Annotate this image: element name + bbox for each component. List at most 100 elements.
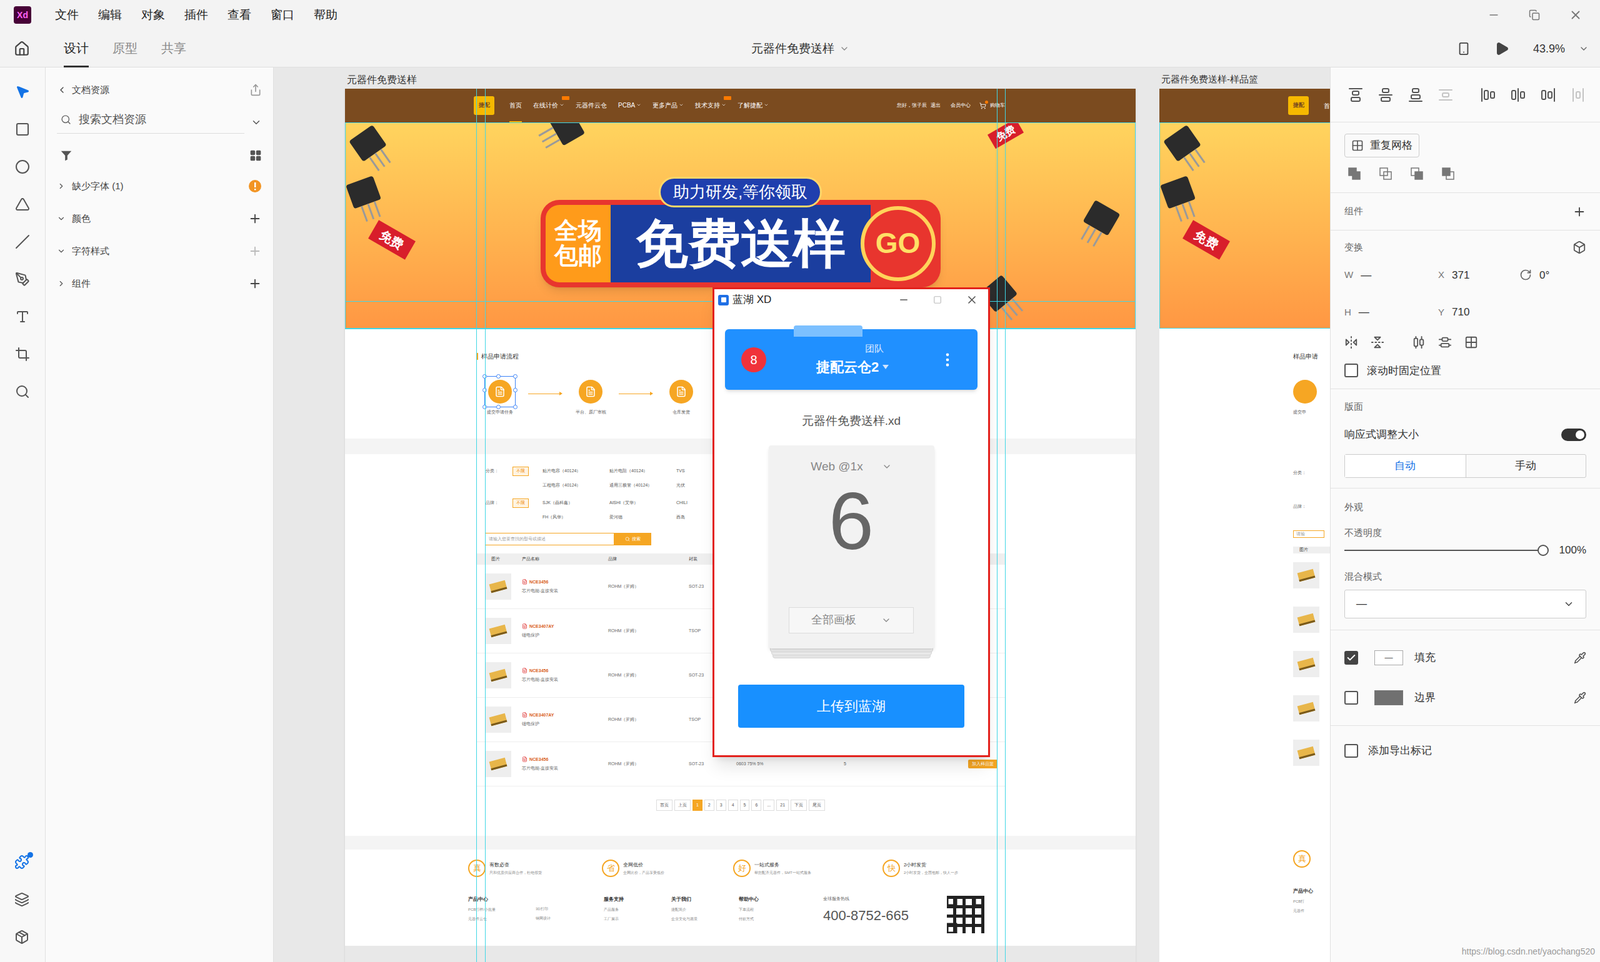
menu-item[interactable]: 对象 [141,6,165,25]
zoom-field[interactable]: 43.9% [1533,40,1589,58]
home-icon[interactable] [13,40,30,57]
asset-section[interactable]: 缺少字体 (1) [56,170,262,203]
footer-link[interactable]: 钢网设计 [535,916,604,922]
filter-option[interactable]: 爱河德 [609,514,677,522]
pen-tool-icon[interactable] [15,271,30,287]
export-checkbox[interactable] [1344,744,1359,759]
flip-vertical-icon[interactable] [1370,335,1385,350]
mode-tab[interactable]: 共享 [161,30,187,68]
height-field[interactable]: H— [1344,304,1439,321]
product-search-input[interactable]: 请输入您要查找的型号或描述 [485,533,615,546]
nav-item[interactable]: 更多产品 [652,88,684,123]
filter-option[interactable]: 贴片电容（40124） [542,468,610,475]
device-select[interactable]: Web @1x [810,458,892,477]
search-field[interactable]: 搜索文档资源 [56,111,245,134]
share-icon[interactable] [249,83,262,97]
nav-item[interactable]: 首页 [509,88,522,123]
resize-mode-option[interactable]: 手动 [1465,455,1587,478]
3d-transform-icon[interactable] [1572,240,1587,255]
page-button[interactable]: 首页 [656,800,673,812]
footer-link[interactable]: 3D打印 [535,906,604,913]
opacity-slider[interactable] [1344,543,1544,558]
footer-link[interactable]: 工厂展示 [603,916,672,923]
layers-icon[interactable] [14,892,30,908]
opacity-value[interactable]: 100% [1559,542,1587,559]
product-name[interactable]: NCE3456 [529,756,549,764]
footer-link[interactable]: 下单流程 [738,907,824,914]
border-checkbox[interactable] [1344,691,1359,705]
pdf-icon[interactable] [521,756,528,763]
filter-option[interactable]: AISHI（艾华） [609,500,677,507]
menu-item[interactable]: 文件 [55,6,79,25]
align-left-icon[interactable] [1480,87,1496,103]
canvas[interactable]: 元器件免费送样元器件免费送样-样品篮捷配首页在线计价元器件云仓PCBA更多产品技… [273,67,1330,962]
page-button[interactable]: 上页 [674,800,691,812]
footer-link[interactable]: 产品服务 [603,907,672,914]
add-component-icon[interactable] [1572,205,1587,219]
footer-link[interactable]: PCB打 [1293,899,1330,905]
add-to-basket-button[interactable]: 加入样品篮 [968,760,998,770]
filter-icon[interactable] [59,148,74,163]
grid-view-icon[interactable] [249,149,262,162]
filter-option[interactable]: 贴片电阻（40124） [609,468,677,475]
nav-item[interactable]: 技术支持 [695,88,727,123]
plugins-icon[interactable] [14,855,30,870]
resize-mode-option[interactable]: 自动 [1345,455,1466,478]
repeat-grid-button[interactable]: 重复网格 [1344,133,1420,158]
width-field[interactable]: W— [1344,267,1439,284]
page-button[interactable]: ... [763,800,775,812]
align-bottom-icon[interactable] [1408,87,1424,103]
filter-option[interactable]: FH（风华） [542,514,610,522]
boolean-op-icon[interactable] [1440,166,1456,182]
menu-item[interactable]: 插件 [184,6,209,25]
asset-section[interactable]: 颜色 [56,202,262,235]
footer-link[interactable]: 元器件云仓 [468,916,536,923]
footer-link[interactable]: 捷配简介 [671,907,739,914]
eyedropper-icon[interactable] [1573,651,1587,665]
page-button[interactable]: 1 [692,800,703,812]
fill-swatch[interactable]: — [1374,650,1404,666]
align-middle-icon[interactable] [1378,87,1394,103]
footer-link[interactable]: PCB打样/小批量 [468,907,536,914]
zoom-tool-icon[interactable] [15,384,30,400]
fill-checkbox[interactable] [1344,651,1359,665]
product-name[interactable]: NCE3407AY [529,623,554,631]
minimize-icon[interactable] [1487,8,1500,22]
nav-item[interactable]: PCBA [618,88,642,123]
add-icon[interactable] [248,276,262,291]
document-title[interactable]: 元器件免费送样 [751,40,850,59]
page-button[interactable]: 尾页 [808,800,825,812]
asset-section[interactable]: 字符样式 [56,235,262,268]
pdf-icon[interactable] [521,712,528,719]
cart-link[interactable]: 购物车 [990,101,1005,110]
nav-item[interactable]: 在线计价 [533,88,565,123]
page-button[interactable]: 6 [751,800,762,812]
padding-icon[interactable] [1464,335,1479,350]
responsive-toggle[interactable] [1561,428,1587,442]
align-center-icon[interactable] [1510,87,1526,103]
add-icon[interactable] [248,211,262,226]
pdf-icon[interactable] [521,623,528,630]
space-vertical-icon[interactable] [1438,335,1452,350]
device-preview-icon[interactable] [1456,41,1471,56]
x-field[interactable]: X371 [1438,267,1520,284]
assets-icon[interactable] [14,930,30,945]
pdf-icon[interactable] [521,668,528,674]
filter-all-tag[interactable]: 不限 [512,466,529,477]
page-button[interactable]: 4 [728,800,739,812]
team-selector[interactable]: 捷配云仓2 [816,356,889,378]
team-card[interactable]: 8团队捷配云仓2 [725,329,978,390]
logout-link[interactable]: 退出 [930,101,941,110]
mode-tab[interactable]: 原型 [112,30,138,68]
eyedropper-icon[interactable] [1573,691,1587,705]
menu-item[interactable]: 帮助 [313,6,338,25]
footer-link[interactable]: 付款方式 [738,916,824,923]
boolean-op-icon[interactable] [1378,166,1394,182]
boolean-op-icon[interactable] [1346,166,1362,182]
minimize-icon[interactable] [898,294,910,306]
y-field[interactable]: Y710 [1438,304,1520,321]
page-button[interactable]: 2 [704,800,715,812]
border-swatch[interactable] [1374,690,1404,706]
close-icon[interactable] [965,293,979,307]
artboard-tool-icon[interactable] [15,346,30,362]
